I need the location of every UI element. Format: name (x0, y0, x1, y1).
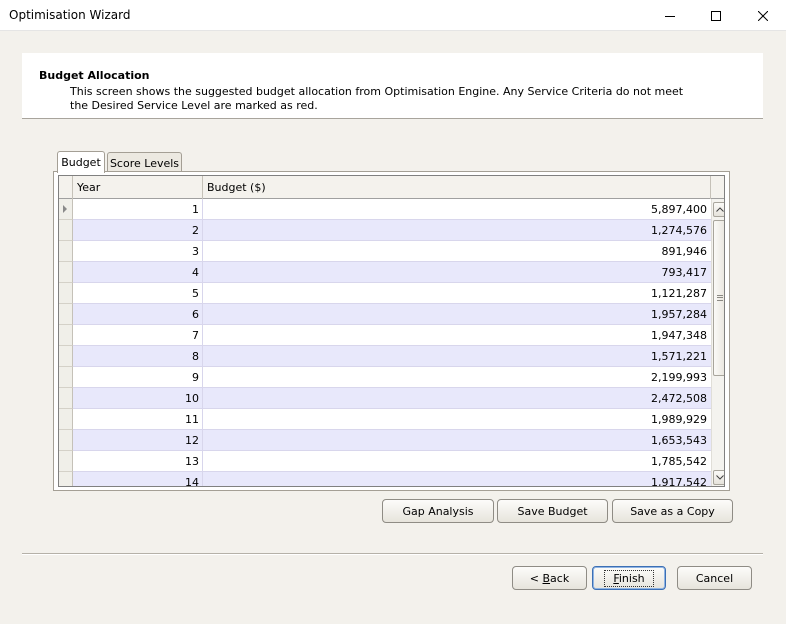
row-indicator[interactable] (59, 472, 73, 486)
tab-budget[interactable]: Budget (57, 151, 105, 173)
row-indicator[interactable] (59, 451, 73, 472)
cell-budget[interactable]: 891,946 (203, 241, 711, 262)
cell-budget[interactable]: 793,417 (203, 262, 711, 283)
cell-year[interactable]: 14 (73, 472, 203, 486)
cell-year[interactable]: 8 (73, 346, 203, 367)
cell-year[interactable]: 12 (73, 430, 203, 451)
cell-year[interactable]: 13 (73, 451, 203, 472)
scroll-thumb[interactable] (713, 220, 724, 376)
close-button[interactable] (740, 0, 786, 31)
page-title: Budget Allocation (39, 69, 150, 82)
row-indicator[interactable] (59, 325, 73, 346)
cell-year[interactable]: 9 (73, 367, 203, 388)
cell-budget[interactable]: 1,653,543 (203, 430, 711, 451)
table-row[interactable]: 7 1,947,348 (59, 325, 711, 346)
cell-year[interactable]: 3 (73, 241, 203, 262)
header-divider (22, 118, 763, 119)
budget-tab-panel: Year Budget ($) 1 5,897,400 2 1,274,576 3 891… (53, 171, 730, 491)
row-indicator[interactable] (59, 220, 73, 241)
cell-year[interactable]: 4 (73, 262, 203, 283)
cell-budget[interactable]: 1,947,348 (203, 325, 711, 346)
table-row[interactable]: 11 1,989,929 (59, 409, 711, 430)
table-row[interactable]: 1 5,897,400 (59, 199, 711, 220)
chevron-down-icon (715, 475, 724, 480)
scroll-down-button[interactable] (713, 470, 724, 485)
minimize-button[interactable] (647, 0, 693, 31)
cell-budget[interactable]: 5,897,400 (203, 199, 711, 220)
grid-rows: 1 5,897,400 2 1,274,576 3 891,946 4 793,417 5 1,1… (59, 199, 711, 486)
cell-budget[interactable]: 2,472,508 (203, 388, 711, 409)
row-indicator[interactable] (59, 304, 73, 325)
cell-year[interactable]: 7 (73, 325, 203, 346)
table-row[interactable]: 6 1,957,284 (59, 304, 711, 325)
grip-icon (717, 295, 723, 301)
cell-budget[interactable]: 1,571,221 (203, 346, 711, 367)
save-budget-button[interactable]: Save Budget (497, 499, 608, 523)
cell-year[interactable]: 11 (73, 409, 203, 430)
close-icon (758, 10, 768, 21)
row-indicator[interactable] (59, 283, 73, 304)
table-row[interactable]: 5 1,121,287 (59, 283, 711, 304)
row-indicator[interactable] (59, 430, 73, 451)
table-row[interactable]: 13 1,785,542 (59, 451, 711, 472)
cell-budget[interactable]: 2,199,993 (203, 367, 711, 388)
table-row[interactable]: 14 1,917,542 (59, 472, 711, 486)
finish-button[interactable]: Finish (592, 566, 666, 590)
header-filler (711, 176, 724, 199)
cell-budget[interactable]: 1,785,542 (203, 451, 711, 472)
row-indicator[interactable] (59, 262, 73, 283)
maximize-icon (711, 10, 721, 21)
save-as-copy-button[interactable]: Save as a Copy (612, 499, 733, 523)
table-row[interactable]: 3 891,946 (59, 241, 711, 262)
table-row[interactable]: 4 793,417 (59, 262, 711, 283)
window-title: Optimisation Wizard (9, 8, 131, 22)
page-description: This screen shows the suggested budget a… (70, 85, 684, 112)
cell-budget[interactable]: 1,121,287 (203, 283, 711, 304)
cell-year[interactable]: 6 (73, 304, 203, 325)
cell-year[interactable]: 5 (73, 283, 203, 304)
current-row-arrow-icon (63, 205, 67, 213)
minimize-icon (665, 15, 675, 17)
row-indicator[interactable] (59, 409, 73, 430)
grid-header: Year Budget ($) (59, 176, 724, 199)
wizard-header: Budget Allocation This screen shows the … (22, 53, 763, 118)
column-header-year[interactable]: Year (73, 176, 203, 199)
back-button-label: ack (550, 571, 570, 585)
row-indicator[interactable] (59, 241, 73, 262)
maximize-button[interactable] (693, 0, 739, 31)
footer-divider-highlight (22, 554, 763, 555)
chevron-up-icon (715, 207, 724, 212)
row-indicator[interactable] (59, 388, 73, 409)
row-indicator-header (59, 176, 73, 199)
column-header-budget[interactable]: Budget ($) (203, 176, 711, 199)
table-row[interactable]: 9 2,199,993 (59, 367, 711, 388)
cell-year[interactable]: 2 (73, 220, 203, 241)
cell-budget[interactable]: 1,917,542 (203, 472, 711, 486)
row-indicator[interactable] (59, 346, 73, 367)
budget-grid[interactable]: Year Budget ($) 1 5,897,400 2 1,274,576 3 891… (58, 175, 725, 487)
tab-score-levels[interactable]: Score Levels (107, 152, 182, 173)
table-row[interactable]: 12 1,653,543 (59, 430, 711, 451)
table-row[interactable]: 8 1,571,221 (59, 346, 711, 367)
finish-focus-rect: Finish (604, 569, 654, 587)
table-row[interactable]: 10 2,472,508 (59, 388, 711, 409)
title-bar: Optimisation Wizard (0, 0, 786, 31)
row-indicator[interactable] (59, 367, 73, 388)
scroll-up-button[interactable] (713, 202, 724, 217)
row-indicator[interactable] (59, 199, 73, 220)
cell-budget[interactable]: 1,957,284 (203, 304, 711, 325)
back-button[interactable]: < Back (512, 566, 587, 590)
vertical-scrollbar[interactable] (711, 199, 724, 486)
cancel-button[interactable]: Cancel (677, 566, 752, 590)
cell-budget[interactable]: 1,989,929 (203, 409, 711, 430)
cell-year[interactable]: 1 (73, 199, 203, 220)
cell-year[interactable]: 10 (73, 388, 203, 409)
finish-button-label: inish (618, 571, 645, 585)
back-button-prefix: < (529, 571, 543, 585)
cell-budget[interactable]: 1,274,576 (203, 220, 711, 241)
table-row[interactable]: 2 1,274,576 (59, 220, 711, 241)
back-button-mnemonic: B (542, 571, 551, 585)
gap-analysis-button[interactable]: Gap Analysis (382, 499, 494, 523)
